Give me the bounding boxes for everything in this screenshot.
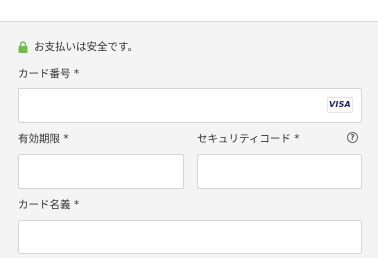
cardholder-name-field[interactable] [18,220,362,254]
visa-logo-icon: VISA [327,97,353,113]
card-number-field[interactable]: VISA [18,88,362,123]
expiry-input[interactable] [19,155,183,188]
lock-icon [18,41,28,53]
security-code-input[interactable] [198,155,361,188]
cardholder-name-input[interactable] [19,221,361,253]
card-number-input[interactable] [19,89,361,122]
top-bar [0,0,378,22]
card-number-label: カード番号 * [18,68,80,80]
cardholder-name-label: カード名義 * [18,199,80,211]
secure-notice-text: お支払いは安全です。 [34,41,138,53]
expiry-label: 有効期限 * [18,133,69,145]
secure-payment-notice: お支払いは安全です。 [18,40,138,54]
security-code-label: セキュリティコード * [197,133,300,145]
expiry-field[interactable] [18,154,184,189]
security-code-field[interactable] [197,154,362,189]
question-circle-icon[interactable]: ? [347,132,358,143]
